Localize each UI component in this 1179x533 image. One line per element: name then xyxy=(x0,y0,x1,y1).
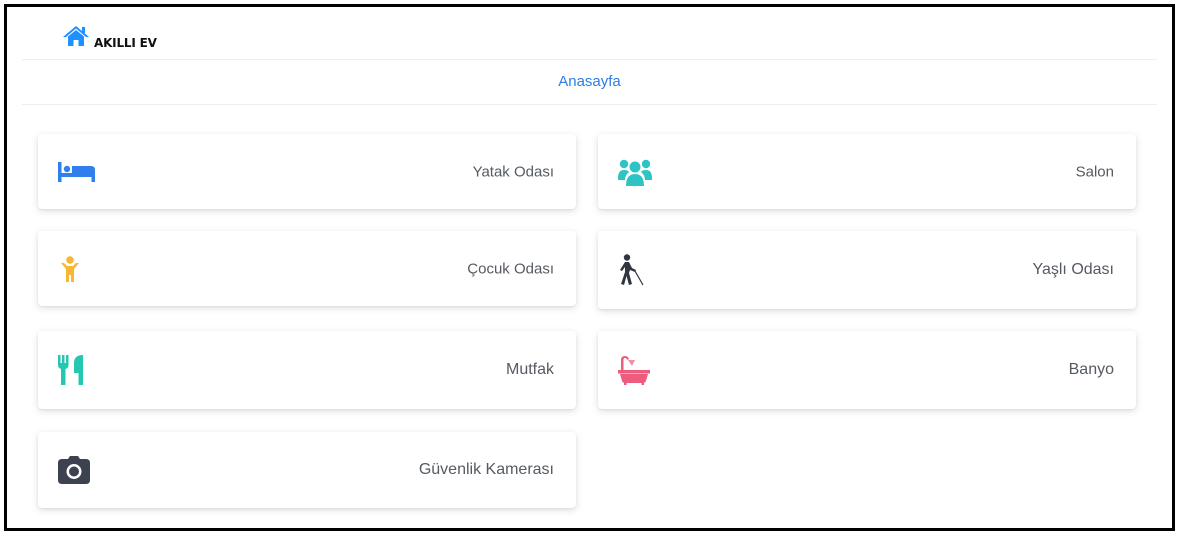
room-card-salon[interactable]: Salon xyxy=(598,134,1136,209)
nav-link-home[interactable]: Anasayfa xyxy=(7,73,1172,90)
room-label: Yatak Odası xyxy=(472,163,554,180)
camera-icon xyxy=(58,456,90,484)
blind-walker-icon xyxy=(618,254,644,286)
room-label: Güvenlik Kamerası xyxy=(418,461,554,478)
room-label: Yaşlı Odası xyxy=(1032,261,1114,278)
app-frame: AKILLI EV Anasayfa Yatak Odası Salon Çoc… xyxy=(4,4,1175,531)
users-icon xyxy=(618,158,652,186)
room-card-cocuk-odasi[interactable]: Çocuk Odası xyxy=(38,231,576,306)
bath-icon xyxy=(618,355,650,385)
room-label: Mutfak xyxy=(505,361,554,378)
room-card-yatak-odasi[interactable]: Yatak Odası xyxy=(38,134,576,209)
brand[interactable]: AKILLI EV xyxy=(62,25,157,52)
room-label: Banyo xyxy=(1068,361,1114,378)
room-card-guvenlik-kamerasi[interactable]: Güvenlik Kamerası xyxy=(38,432,576,508)
home-icon xyxy=(62,25,90,52)
divider xyxy=(22,104,1157,105)
bed-icon xyxy=(58,161,96,182)
room-card-yasli-odasi[interactable]: Yaşlı Odası xyxy=(598,231,1136,309)
room-card-banyo[interactable]: Banyo xyxy=(598,331,1136,409)
divider xyxy=(22,59,1157,60)
room-card-mutfak[interactable]: Mutfak xyxy=(38,331,576,409)
utensils-icon xyxy=(58,355,84,385)
child-icon xyxy=(60,255,80,282)
brand-name: AKILLI EV xyxy=(94,36,157,50)
room-label: Salon xyxy=(1075,163,1114,180)
room-label: Çocuk Odası xyxy=(467,260,554,277)
